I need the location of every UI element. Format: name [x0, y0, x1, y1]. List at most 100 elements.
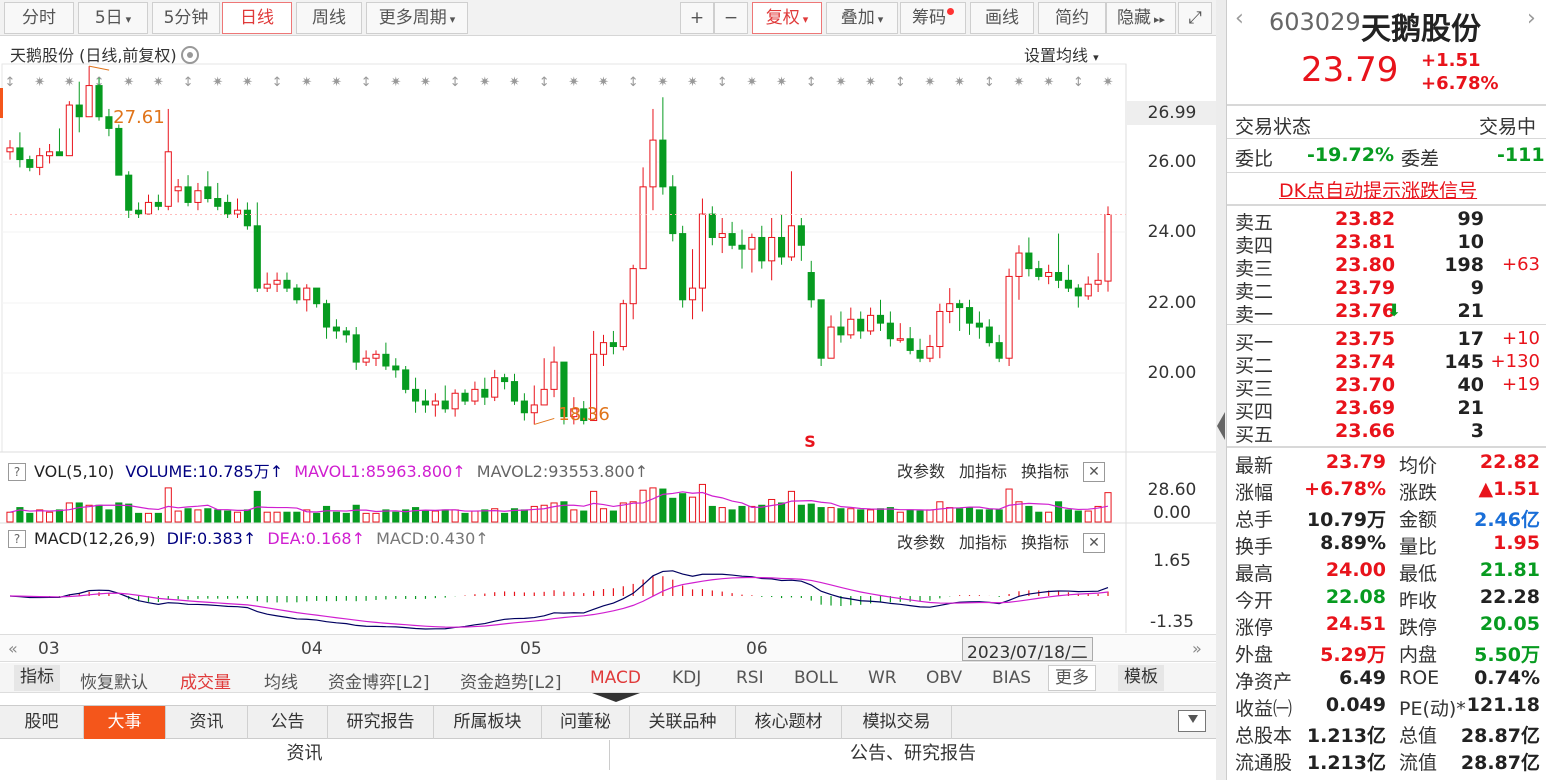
volume-bar — [332, 511, 340, 523]
candle-body — [916, 349, 924, 359]
toolbar-button-right_items-4[interactable]: 筹码 — [900, 2, 966, 34]
indicator-tab-10[interactable]: WR — [868, 668, 897, 688]
asks-price: 23.82 — [1335, 208, 1396, 230]
high-price-label: 27.61 — [113, 107, 165, 128]
stat-value: 0.74% — [1474, 667, 1540, 689]
bottom-tab-8[interactable]: 核心题材 — [736, 706, 842, 739]
trade-status-value: 交易中 — [1479, 116, 1537, 138]
indicator-tab-9[interactable]: BOLL — [794, 668, 838, 688]
event-marker-icon: ✷ — [598, 75, 609, 90]
indicator-tab-7[interactable]: KDJ — [672, 668, 701, 688]
asks-volume: 198 — [1444, 254, 1484, 276]
indicator-tab-4[interactable]: 资金博弈[L2] — [328, 668, 430, 693]
candle-body — [857, 318, 865, 332]
toolbar-button-items-0[interactable]: 分时 — [4, 2, 74, 34]
vol-edit-params-button[interactable]: 改参数 — [897, 462, 945, 481]
indicator-tab-3[interactable]: 均线 — [264, 668, 298, 693]
help-icon[interactable]: ? — [8, 463, 26, 481]
stat-value: +6.78% — [1304, 478, 1386, 500]
candle-body — [46, 151, 54, 157]
macd-switch-indicator-button[interactable]: 换指标 — [1021, 533, 1069, 552]
download-icon[interactable] — [1178, 710, 1206, 732]
candle-body — [342, 330, 350, 336]
vol-switch-indicator-button[interactable]: 换指标 — [1021, 462, 1069, 481]
indicator-tab-1[interactable]: 恢复默认 — [80, 668, 148, 693]
help-icon[interactable]: ? — [8, 530, 26, 548]
bids-delta: +10 — [1502, 328, 1540, 349]
bottom-tab-4[interactable]: 研究报告 — [328, 706, 434, 739]
toolbar-button-items-2[interactable]: 5分钟 — [152, 2, 220, 34]
volume-bar — [1054, 501, 1063, 523]
panel-collapse-handle[interactable] — [1216, 0, 1226, 780]
set-ma-button[interactable]: 设置均线 ▾ — [1024, 42, 1099, 66]
macd-name: MACD(12,26,9) — [34, 529, 156, 548]
asks-volume: 21 — [1457, 300, 1484, 322]
volume-bar — [174, 510, 182, 523]
bottom-tab-9[interactable]: 模拟交易 — [842, 706, 952, 739]
gear-icon[interactable] — [180, 46, 199, 64]
candle-body — [876, 314, 885, 324]
toolbar-button-right_items-1[interactable]: − — [714, 2, 748, 34]
toolbar-button-items-1[interactable]: 5日 ▾ — [78, 2, 148, 34]
toolbar-button-label: 5分钟 — [163, 8, 209, 28]
stat-label: 涨幅 — [1235, 482, 1274, 504]
indicator-tab-0[interactable]: 指标 — [14, 665, 60, 691]
event-marker-icon: ↕ — [183, 75, 194, 90]
bottom-tab-5[interactable]: 所属板块 — [434, 706, 542, 739]
indicator-tab-6[interactable]: MACD — [590, 668, 641, 688]
indicator-tab-11[interactable]: OBV — [926, 668, 962, 688]
stat-value: 24.00 — [1325, 559, 1386, 581]
close-icon[interactable]: ✕ — [1083, 533, 1106, 553]
toolbar-button-right_items-7[interactable]: 隐藏 ▸▸ — [1106, 2, 1176, 34]
stat-value: 1.213亿 — [1306, 752, 1386, 774]
event-marker-icon: ✷ — [657, 75, 668, 90]
event-marker-icon: ✷ — [64, 75, 75, 90]
toolbar-button-right_items-3[interactable]: 叠加 ▾ — [826, 2, 898, 34]
volume-bar — [906, 509, 914, 523]
bottom-tab-7[interactable]: 关联品种 — [630, 706, 736, 739]
bottom-tab-0[interactable]: 股吧 — [0, 706, 84, 739]
vol-add-indicator-button[interactable]: 加指标 — [959, 462, 1007, 481]
scroll-left-icon[interactable]: « — [8, 639, 18, 658]
volume-bar — [352, 504, 360, 523]
toolbar-button-right_items-2[interactable]: 复权 ▾ — [752, 2, 822, 34]
toolbar-button-right_items-5[interactable]: 画线 — [970, 2, 1034, 34]
volume-bar — [233, 511, 242, 523]
back-chevron-icon[interactable]: ‹ — [1235, 6, 1244, 31]
indicator-tab-8[interactable]: RSI — [736, 668, 764, 688]
volume-bar — [649, 487, 657, 523]
indicator-tab-12[interactable]: BIAS — [992, 668, 1031, 688]
bottom-tab-2[interactable]: 资讯 — [166, 706, 248, 739]
candle-body — [1045, 272, 1053, 277]
close-icon[interactable]: ✕ — [1083, 462, 1106, 482]
date-tick: 03 — [38, 639, 60, 659]
toolbar-button-right_items-8[interactable]: ⤢ — [1178, 2, 1212, 34]
scroll-right-icon[interactable]: » — [1192, 639, 1202, 658]
volume-bar — [748, 505, 756, 523]
asks-price: 23.81 — [1335, 231, 1396, 253]
candle-body — [431, 400, 439, 406]
forward-chevron-icon[interactable]: › — [1527, 6, 1536, 31]
date-axis[interactable]: « 03 04 05 06 2023/07/18/二 » — [0, 634, 1216, 663]
indicator-tab-14[interactable]: 模板 — [1118, 665, 1164, 691]
stat-label: 流通股 — [1235, 752, 1293, 774]
toolbar-button-right_items-0[interactable]: + — [680, 2, 714, 34]
toolbar-button-items-4[interactable]: 周线 — [296, 2, 362, 34]
toolbar-button-items-3[interactable]: 日线 — [222, 2, 292, 34]
volume-bar — [392, 511, 400, 523]
dk-signal-link[interactable]: DK点自动提示涨跌信号 — [1279, 176, 1477, 203]
bottom-tab-3[interactable]: 公告 — [248, 706, 328, 739]
bottom-tab-6[interactable]: 问董秘 — [542, 706, 630, 739]
quote-panel: ‹ 603029 天鹅股份 › 23.79 +1.51 +6.78% 交易状态 … — [1226, 0, 1546, 780]
indicator-tab-13[interactable]: 更多 — [1048, 665, 1096, 691]
volume-bar — [362, 512, 370, 523]
macd-edit-params-button[interactable]: 改参数 — [897, 533, 945, 552]
bottom-tab-1[interactable]: 大事 — [84, 706, 166, 739]
indicator-tab-5[interactable]: 资金趋势[L2] — [460, 668, 562, 693]
candle-body — [778, 236, 786, 258]
candle-body — [16, 147, 24, 161]
indicator-tab-2[interactable]: 成交量 — [180, 668, 231, 693]
toolbar-button-items-5[interactable]: 更多周期 ▾ — [366, 2, 468, 34]
macd-add-indicator-button[interactable]: 加指标 — [959, 533, 1007, 552]
toolbar-button-right_items-6[interactable]: 简约 — [1038, 2, 1106, 34]
